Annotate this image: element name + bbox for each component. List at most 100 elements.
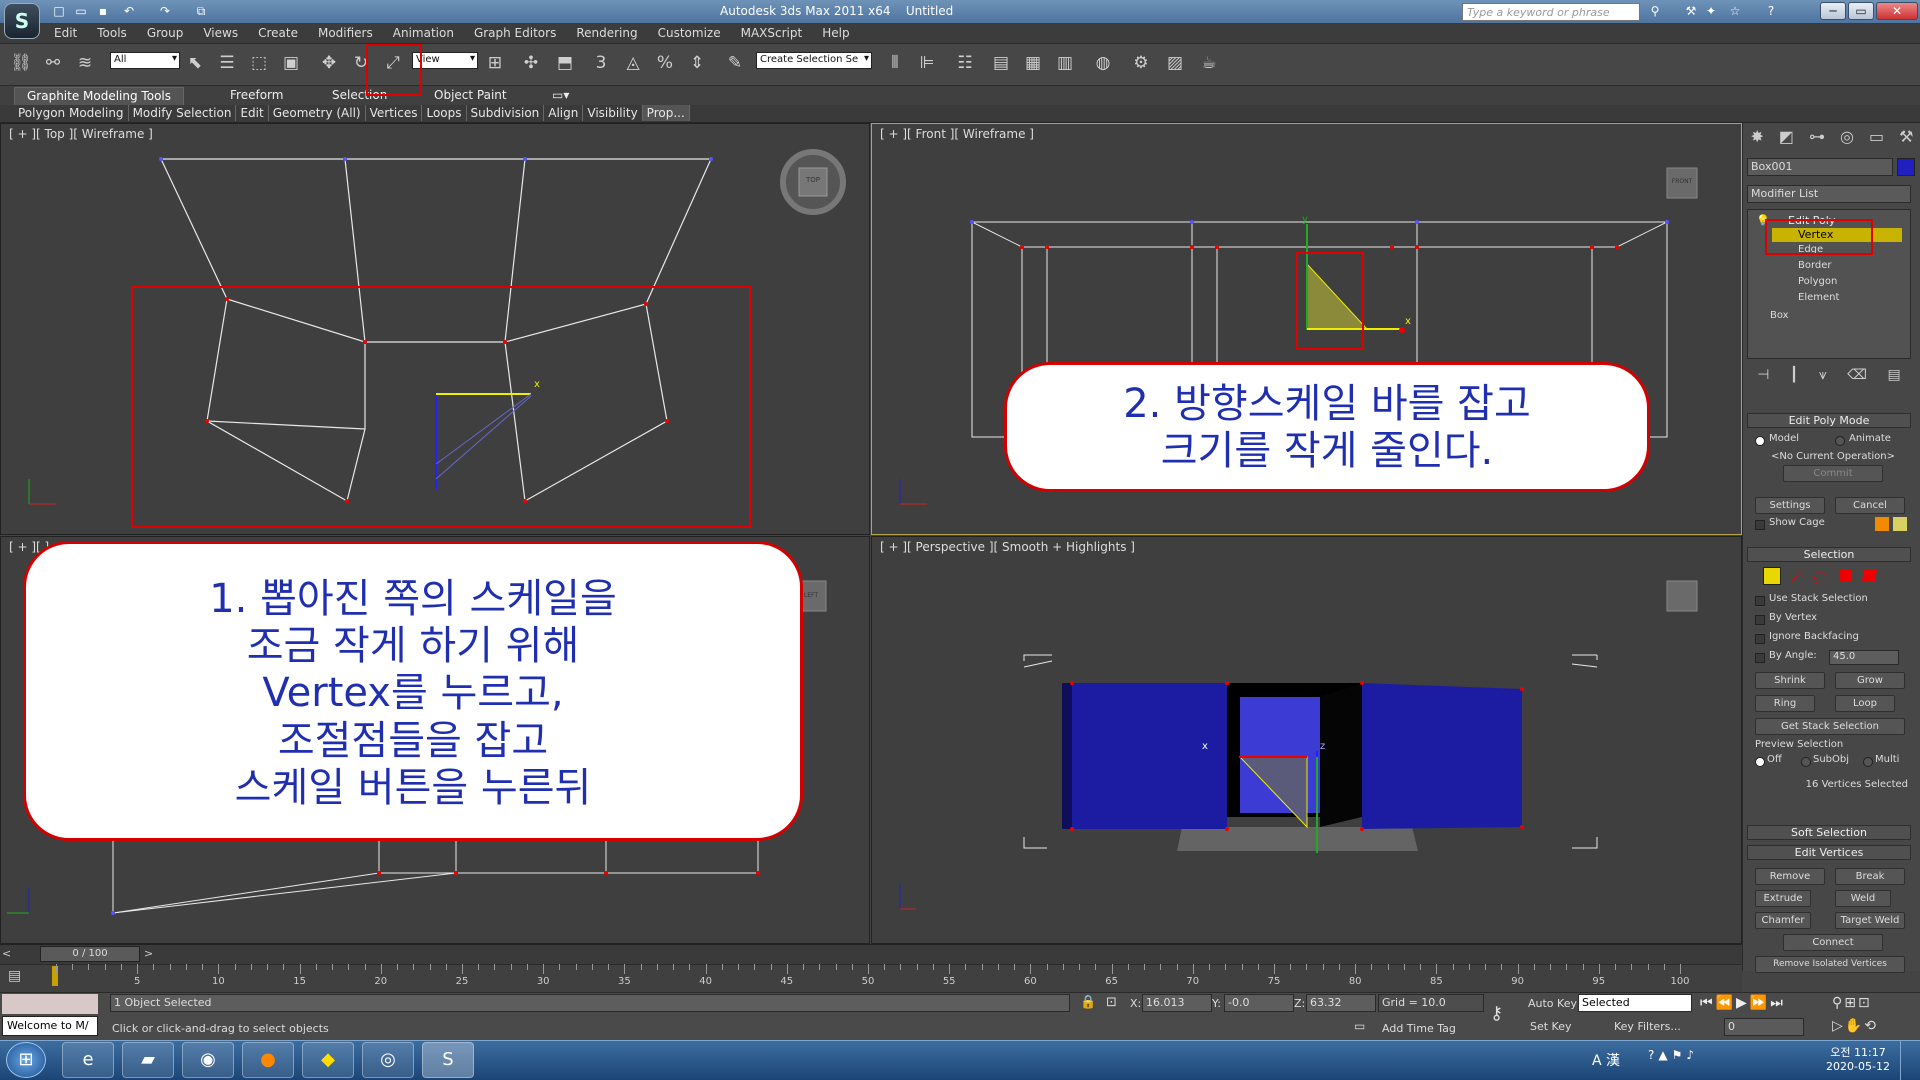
- chrome-icon[interactable]: ◉: [182, 1042, 234, 1078]
- tab-freeform[interactable]: Freeform: [230, 88, 283, 102]
- spinner-snap-icon[interactable]: ⇕: [684, 50, 710, 76]
- pan-icon[interactable]: ✋: [1845, 1018, 1864, 1034]
- settings-button[interactable]: Settings: [1755, 497, 1825, 514]
- pin-stack-icon[interactable]: ⊣: [1757, 367, 1769, 387]
- unlink-icon[interactable]: ⚯: [40, 50, 66, 76]
- rollout-edit-vertices[interactable]: Edit Vertices: [1747, 845, 1911, 860]
- time-slider-thumb[interactable]: 0 / 100: [40, 946, 140, 962]
- configure-sets-icon[interactable]: ▤: [1888, 367, 1901, 387]
- by-vertex-checkbox[interactable]: [1755, 615, 1765, 625]
- close-button[interactable]: ✕: [1876, 2, 1918, 20]
- absolute-mode-icon[interactable]: ⊡: [1106, 995, 1117, 1010]
- z-coord-field[interactable]: 63.32: [1306, 994, 1376, 1012]
- cancel-button[interactable]: Cancel: [1835, 497, 1905, 514]
- utilities-tab-icon[interactable]: ⚒: [1899, 127, 1913, 149]
- mirror-icon[interactable]: ⫴: [882, 50, 908, 76]
- extrude-button[interactable]: Extrude: [1755, 890, 1811, 907]
- next-frame-icon[interactable]: ⏩: [1750, 995, 1770, 1011]
- border-mode-icon[interactable]: ◌: [1813, 567, 1827, 586]
- panel-edit[interactable]: Edit: [236, 105, 269, 121]
- ignore-backfacing-checkbox[interactable]: [1755, 634, 1765, 644]
- set-key-button[interactable]: Set Key: [1530, 1020, 1572, 1033]
- time-tag-icon[interactable]: ▭: [1354, 1019, 1365, 1033]
- object-color-swatch[interactable]: [1897, 158, 1915, 176]
- maxscript-mini-listener[interactable]: Welcome to M/: [2, 1016, 98, 1036]
- open-file-icon[interactable]: ▭: [72, 3, 90, 19]
- named-selection-dropdown[interactable]: Create Selection Se: [756, 52, 872, 69]
- material-editor-icon[interactable]: ◍: [1090, 50, 1116, 76]
- window-crossing-icon[interactable]: ▣: [278, 50, 304, 76]
- menu-create[interactable]: Create: [248, 24, 308, 42]
- angle-snap-icon[interactable]: ◬: [620, 50, 646, 76]
- stack-box[interactable]: Box: [1770, 310, 1789, 321]
- panel-properties[interactable]: Prop...: [642, 105, 690, 121]
- move-icon[interactable]: ✥: [316, 50, 342, 76]
- edit-named-sel-icon[interactable]: ✎: [722, 50, 748, 76]
- panel-loops[interactable]: Loops: [422, 105, 467, 121]
- goto-start-icon[interactable]: ⏮: [1700, 995, 1716, 1011]
- layer-manager-icon[interactable]: ☷: [952, 50, 978, 76]
- viewcube-top[interactable]: TOP: [801, 176, 825, 184]
- menu-graph-editors[interactable]: Graph Editors: [464, 24, 566, 42]
- start-button-icon[interactable]: ⊞: [6, 1042, 46, 1078]
- undo-icon[interactable]: ↶: [120, 3, 138, 19]
- play-icon[interactable]: ▶: [1736, 995, 1750, 1011]
- remove-button[interactable]: Remove: [1755, 868, 1825, 885]
- viewport-perspective[interactable]: [ + ][ Perspective ][ Smooth + Highlight…: [871, 536, 1742, 944]
- set-key-icon[interactable]: ⚷: [1490, 1003, 1503, 1024]
- network-icon[interactable]: ▲: [1658, 1048, 1671, 1062]
- remove-modifier-icon[interactable]: ⌫: [1847, 367, 1867, 387]
- modifier-list-dropdown[interactable]: Modifier List: [1747, 185, 1911, 203]
- by-angle-checkbox[interactable]: [1755, 653, 1765, 663]
- polygon-mode-icon[interactable]: [1839, 569, 1852, 582]
- redo-icon[interactable]: ↷: [156, 3, 174, 19]
- graphite-toggle-icon[interactable]: ▤: [988, 50, 1014, 76]
- tab-object-paint[interactable]: Object Paint: [434, 88, 507, 102]
- menu-rendering[interactable]: Rendering: [566, 24, 647, 42]
- menu-customize[interactable]: Customize: [648, 24, 731, 42]
- project-folder-icon[interactable]: ⧉: [192, 3, 210, 19]
- viewport-persp-label[interactable]: [ + ][ Perspective ][ Smooth + Highlight…: [880, 540, 1135, 554]
- prev-frame-icon[interactable]: ⏪: [1716, 995, 1736, 1011]
- tab-graphite-modeling-tools[interactable]: Graphite Modeling Tools: [14, 87, 184, 105]
- ring-button[interactable]: Ring: [1755, 695, 1815, 712]
- kakaostory-icon[interactable]: ●: [242, 1042, 294, 1078]
- menu-modifiers[interactable]: Modifiers: [308, 24, 383, 42]
- rollout-selection[interactable]: Selection: [1747, 547, 1911, 562]
- ime-indicator[interactable]: A 漢: [1592, 1050, 1620, 1070]
- goto-end-icon[interactable]: ⏭: [1770, 995, 1786, 1011]
- commit-button[interactable]: Commit: [1783, 465, 1883, 482]
- help-tray-icon[interactable]: ?: [1648, 1048, 1658, 1062]
- grow-button[interactable]: Grow: [1835, 672, 1905, 689]
- hierarchy-tab-icon[interactable]: ⊶: [1809, 127, 1825, 149]
- chamfer-button[interactable]: Chamfer: [1755, 912, 1811, 929]
- stack-polygon[interactable]: Polygon: [1798, 276, 1837, 287]
- viewport-left[interactable]: [ + ][ ] LEFT 1. 뽑아진 쪽의 스케일을 조금 작게 하기 위해…: [0, 536, 870, 944]
- flag-icon[interactable]: ⚑: [1672, 1048, 1687, 1062]
- lock-selection-icon[interactable]: 🔒: [1080, 995, 1096, 1010]
- panel-subdivision[interactable]: Subdivision: [467, 105, 545, 121]
- volume-icon[interactable]: ♪: [1686, 1048, 1698, 1062]
- target-weld-button[interactable]: Target Weld: [1835, 912, 1905, 929]
- curve-editor-icon[interactable]: ▦: [1020, 50, 1046, 76]
- zoom-all-icon[interactable]: ⊞: [1844, 995, 1858, 1011]
- display-tab-icon[interactable]: ▭: [1869, 127, 1884, 149]
- use-stack-checkbox[interactable]: [1755, 596, 1765, 606]
- keyboard-shortcut-icon[interactable]: ⬒: [552, 50, 578, 76]
- panel-vertices[interactable]: Vertices: [366, 105, 423, 121]
- stack-border[interactable]: Border: [1798, 260, 1832, 271]
- loop-button[interactable]: Loop: [1835, 695, 1895, 712]
- menu-edit[interactable]: Edit: [44, 24, 87, 42]
- align-icon[interactable]: ⊫: [914, 50, 940, 76]
- rollout-soft-selection[interactable]: Soft Selection: [1747, 825, 1911, 840]
- edge-mode-icon[interactable]: ⟋: [1791, 567, 1802, 587]
- maxscript-listener[interactable]: [2, 994, 98, 1014]
- menu-group[interactable]: Group: [137, 24, 194, 42]
- orbit-icon[interactable]: ⟲: [1864, 1018, 1878, 1034]
- menu-maxscript[interactable]: MAXScript: [731, 24, 813, 42]
- rendered-frame-icon[interactable]: ▨: [1162, 50, 1188, 76]
- cage-selected-swatch[interactable]: [1893, 517, 1907, 531]
- zoom-icon[interactable]: ⚲: [1832, 995, 1844, 1011]
- percent-snap-icon[interactable]: %: [652, 50, 678, 76]
- stack-element[interactable]: Element: [1798, 292, 1839, 303]
